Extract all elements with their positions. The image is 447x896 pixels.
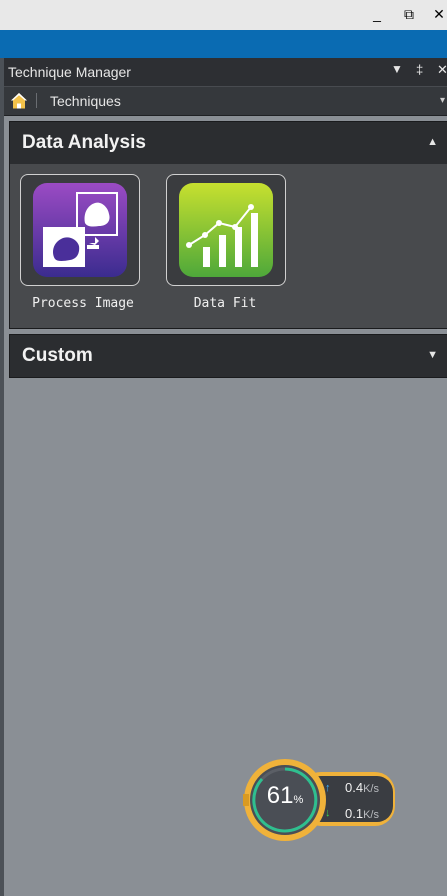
- section-header-custom[interactable]: Custom ▼: [9, 334, 447, 378]
- panel-header: Technique Manager ▼ ‡ ✕: [4, 58, 447, 86]
- section-title-custom: Custom: [22, 345, 93, 366]
- upload-arrow-icon: ↑: [325, 782, 331, 794]
- breadcrumb-dropdown-icon[interactable]: ▾: [440, 95, 445, 106]
- collapse-icon[interactable]: ▲: [427, 136, 438, 148]
- toolbar-strip: [0, 30, 447, 58]
- upload-speed: 0.4K/s: [345, 780, 379, 795]
- section-header-data-analysis[interactable]: Data Analysis ▲: [9, 121, 447, 165]
- left-dock-edge: [0, 58, 4, 896]
- data-fit-icon: [179, 183, 273, 277]
- expand-icon[interactable]: ▼: [427, 349, 438, 361]
- tile-data-fit[interactable]: [166, 174, 286, 286]
- breadcrumb-item-techniques[interactable]: Techniques: [50, 93, 121, 109]
- pin-button[interactable]: ‡: [416, 62, 423, 77]
- section-title-data-analysis: Data Analysis: [22, 132, 146, 153]
- download-speed: 0.1K/s: [345, 806, 379, 821]
- panel-close-button[interactable]: ✕: [437, 62, 447, 78]
- process-image-icon: [33, 183, 127, 277]
- minimize-button[interactable]: _: [366, 3, 388, 25]
- panel-title: Technique Manager: [8, 64, 131, 80]
- usage-percent: 61%: [266, 782, 304, 809]
- panel-options-button[interactable]: ▼: [391, 62, 403, 76]
- breadcrumb-separator: [36, 93, 37, 108]
- window-titlebar: _ ⧉ ✕: [0, 0, 447, 31]
- window-close-button[interactable]: ✕: [428, 3, 447, 25]
- home-icon[interactable]: [10, 92, 28, 110]
- tile-process-image[interactable]: [20, 174, 140, 286]
- tile-label-data-fit: Data Fit: [193, 296, 257, 311]
- restore-button[interactable]: ⧉: [398, 3, 420, 25]
- network-speed-widget[interactable]: 61% ↑ 0.4K/s ↓ 0.1K/s: [243, 758, 399, 842]
- tile-label-process-image: Process Image: [32, 296, 134, 311]
- download-arrow-icon: ↓: [325, 807, 331, 819]
- breadcrumb: Techniques ▾: [4, 86, 447, 116]
- section-content-data-analysis: Process Image Data Fit: [9, 164, 447, 329]
